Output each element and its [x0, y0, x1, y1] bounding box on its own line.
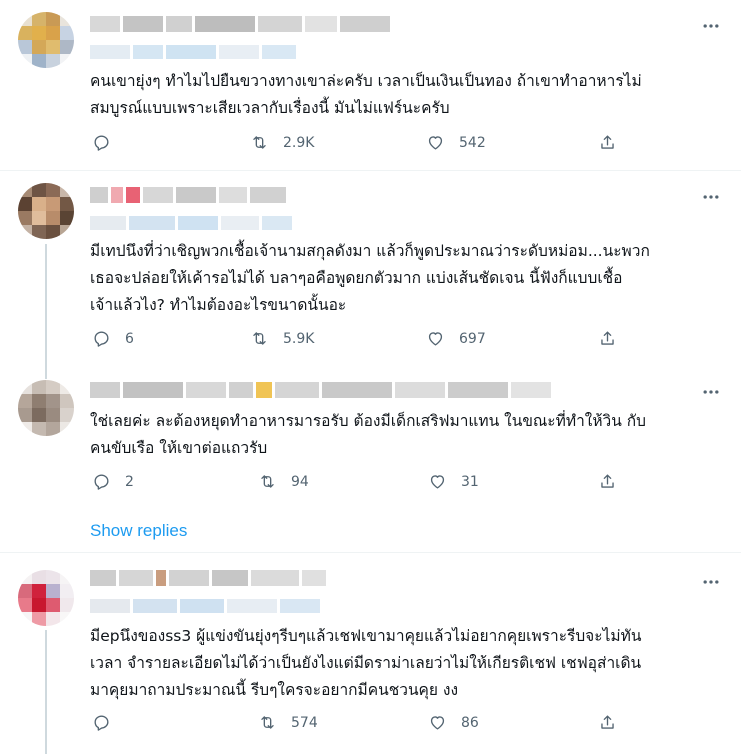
reply-icon	[94, 135, 109, 151]
divider	[0, 552, 741, 553]
retweet-icon	[253, 332, 266, 345]
tweet-actions: 2 94 31	[90, 472, 630, 494]
reply-count: 2	[125, 473, 134, 490]
handle-redacted	[90, 216, 300, 230]
share-icon	[601, 474, 614, 488]
reply-count: 6	[125, 330, 134, 347]
reply-icon	[94, 331, 109, 347]
retweet-icon	[253, 136, 266, 149]
tweet-text: มีepนึงของss3 ผู้แข่งขันยุ่งๆรีบๆแล้วเชฟ…	[90, 627, 642, 699]
retweet-button[interactable]: 5.9K	[250, 329, 314, 348]
username-redacted	[90, 16, 390, 32]
like-count: 86	[461, 714, 479, 731]
more-horizontal-icon[interactable]	[701, 382, 721, 402]
like-count: 542	[459, 134, 486, 151]
retweet-count: 5.9K	[283, 330, 315, 347]
retweet-count: 574	[291, 714, 318, 731]
reply-button[interactable]: 6	[92, 329, 134, 348]
tweet-4[interactable]: มีepนึงของss3 ผู้แข่งขันยุ่งๆรีบๆแล้วเชฟ…	[0, 556, 741, 754]
share-button[interactable]	[598, 472, 617, 491]
like-button[interactable]: 86	[428, 713, 479, 732]
heart-icon	[428, 332, 443, 346]
share-button[interactable]	[598, 713, 617, 732]
retweet-icon	[261, 475, 274, 488]
more-horizontal-icon[interactable]	[701, 572, 721, 592]
avatar[interactable]	[18, 380, 74, 436]
username-redacted	[90, 570, 330, 586]
retweet-count: 94	[291, 473, 309, 490]
heart-icon	[430, 716, 445, 730]
tweet-actions: 6 5.9K 697	[90, 329, 630, 351]
heart-icon	[430, 475, 445, 489]
username-redacted	[90, 187, 290, 203]
retweet-button[interactable]: 2.9K	[250, 133, 314, 152]
share-button[interactable]	[598, 133, 617, 152]
reply-icon	[94, 715, 109, 731]
avatar[interactable]	[18, 183, 74, 239]
tweet-text: ใช่เลยค่ะ ละต้องหยุดทำอาหารมารอรับ ต้องม…	[90, 412, 647, 457]
show-replies-link[interactable]: Show replies	[90, 521, 187, 541]
like-count: 697	[459, 330, 486, 347]
share-icon	[601, 715, 614, 729]
tweet-text: คนเขายุ่งๆ ทำไมไปยืนขวางทางเขาล่ะครับ เว…	[90, 72, 642, 117]
share-icon	[601, 331, 614, 345]
retweet-button[interactable]: 574	[258, 713, 318, 732]
tweet-text: มีเทปนึงที่ว่าเชิญพวกเชื้อเจ้านามสกุลดัง…	[90, 242, 650, 314]
share-icon	[601, 135, 614, 149]
share-button[interactable]	[598, 329, 617, 348]
username-redacted	[90, 382, 560, 398]
tweet-2[interactable]: มีเทปนึงที่ว่าเชิญพวกเชื้อเจ้านามสกุลดัง…	[0, 171, 741, 366]
tweet-3[interactable]: ใช่เลยค่ะ ละต้องหยุดทำอาหารมารอรับ ต้องม…	[0, 368, 741, 550]
handle-redacted	[90, 45, 300, 59]
like-button[interactable]: 31	[428, 472, 479, 491]
like-button[interactable]: 542	[426, 133, 486, 152]
retweet-count: 2.9K	[283, 134, 315, 151]
retweet-button[interactable]: 94	[258, 472, 309, 491]
reply-button[interactable]: 2	[92, 472, 134, 491]
like-count: 31	[461, 473, 479, 490]
more-horizontal-icon[interactable]	[701, 16, 721, 36]
heart-icon	[428, 136, 443, 150]
retweet-icon	[261, 716, 274, 729]
reply-icon	[94, 474, 109, 490]
reply-button[interactable]	[92, 133, 125, 152]
tweet-actions: 2.9K 542	[90, 133, 630, 155]
reply-button[interactable]	[92, 713, 125, 732]
tweet-1[interactable]: คนเขายุ่งๆ ทำไมไปยืนขวางทางเขาล่ะครับ เว…	[0, 0, 741, 170]
more-horizontal-icon[interactable]	[701, 187, 721, 207]
avatar[interactable]	[18, 12, 74, 68]
tweet-actions: 574 86	[90, 713, 630, 735]
handle-redacted	[90, 599, 340, 613]
like-button[interactable]: 697	[426, 329, 486, 348]
avatar[interactable]	[18, 570, 74, 626]
